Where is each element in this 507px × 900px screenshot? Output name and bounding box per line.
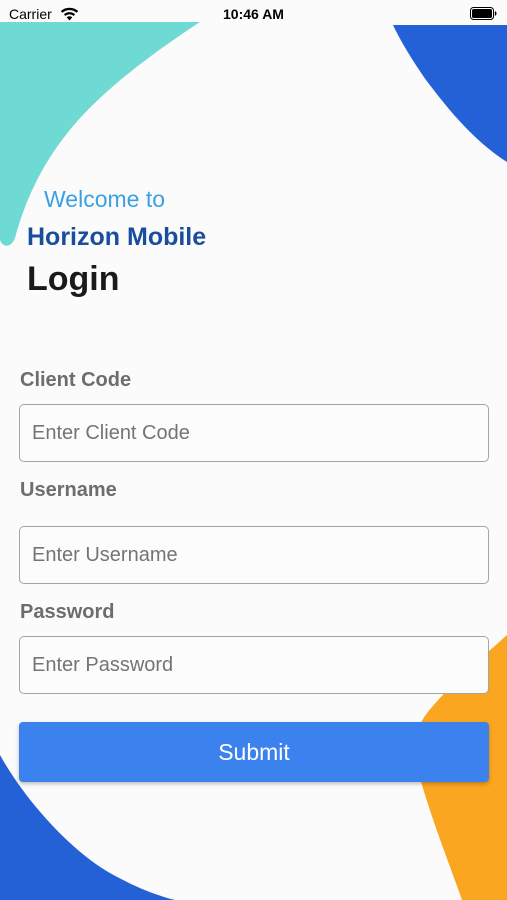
welcome-text: Welcome to <box>44 186 166 212</box>
client-code-input[interactable] <box>19 404 489 462</box>
password-input[interactable] <box>19 636 489 694</box>
username-input[interactable] <box>19 526 489 584</box>
battery-full-icon <box>470 7 497 20</box>
client-code-label: Client Code <box>20 369 132 391</box>
status-bar: Carrier 10:46 AM <box>0 0 507 28</box>
status-time: 10:46 AM <box>223 6 284 22</box>
app-name: Horizon Mobile <box>27 223 207 251</box>
login-screen: Carrier 10:46 AM Welcome to Horizon Mobi… <box>0 0 507 900</box>
submit-button[interactable]: Submit <box>19 722 489 782</box>
username-label: Username <box>20 479 117 501</box>
page-title: Login <box>27 260 120 298</box>
password-label: Password <box>20 601 115 623</box>
